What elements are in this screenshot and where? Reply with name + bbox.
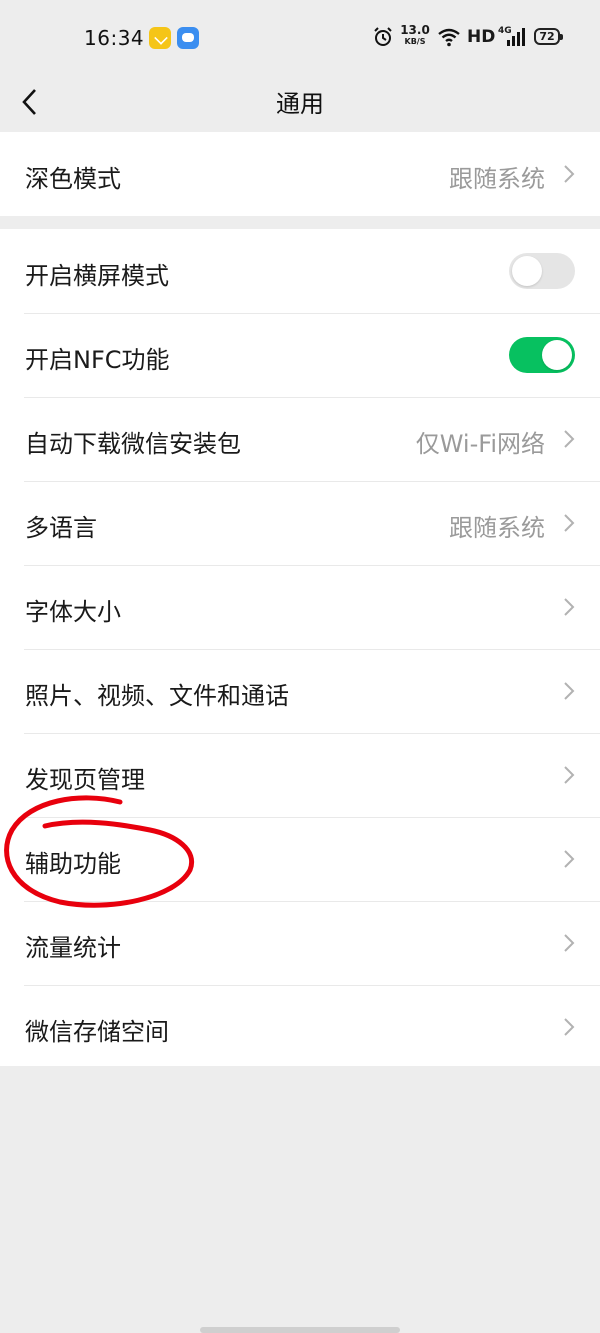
row-label: 辅助功能 [25, 850, 121, 878]
status-time: 16:34 [84, 26, 145, 50]
signal-icon [507, 28, 525, 46]
toggle-knob [512, 256, 542, 286]
settings-group-display: 深色模式 跟随系统 [0, 132, 600, 216]
message-notification-icon [177, 27, 199, 49]
settings-row-discover[interactable]: 发现页管理 [0, 733, 600, 817]
row-value: 仅Wi-Fi网络 [415, 430, 545, 458]
alarm-icon [374, 27, 392, 46]
row-label: 流量统计 [25, 934, 121, 962]
nfc-toggle[interactable] [509, 337, 575, 373]
chevron-right-icon [564, 514, 575, 532]
chevron-right-icon [564, 165, 575, 183]
row-label: 开启NFC功能 [25, 346, 170, 374]
row-label: 开启横屏模式 [25, 262, 169, 290]
nav-bar: 通用 [0, 76, 600, 132]
chevron-right-icon [564, 850, 575, 868]
chevron-right-icon [564, 934, 575, 952]
row-label: 发现页管理 [25, 766, 145, 794]
settings-row-landscape: 开启横屏模式 [0, 229, 600, 313]
row-label: 深色模式 [25, 165, 121, 193]
settings-row-dark-mode[interactable]: 深色模式 跟随系统 [0, 132, 600, 216]
settings-row-font-size[interactable]: 字体大小 [0, 565, 600, 649]
row-label: 多语言 [25, 514, 97, 542]
settings-row-accessibility[interactable]: 辅助功能 [0, 817, 600, 901]
settings-row-storage[interactable]: 微信存储空间 [0, 985, 600, 1069]
wifi-icon [438, 28, 460, 47]
row-label: 照片、视频、文件和通话 [25, 682, 289, 710]
settings-row-auto-download[interactable]: 自动下载微信安装包 仅Wi-Fi网络 [0, 397, 600, 481]
chevron-right-icon [564, 430, 575, 448]
battery-icon: 72 [534, 28, 563, 45]
settings-row-media[interactable]: 照片、视频、文件和通话 [0, 649, 600, 733]
chevron-right-icon [564, 598, 575, 616]
chevron-right-icon [564, 766, 575, 784]
settings-row-nfc: 开启NFC功能 [0, 313, 600, 397]
hd-label: HD [467, 27, 496, 47]
row-value: 跟随系统 [449, 165, 545, 193]
row-label: 字体大小 [25, 598, 121, 626]
page-title: 通用 [276, 90, 324, 118]
settings-row-language[interactable]: 多语言 跟随系统 [0, 481, 600, 565]
chevron-right-icon [564, 682, 575, 700]
chevron-right-icon [564, 1018, 575, 1036]
settings-row-data-usage[interactable]: 流量统计 [0, 901, 600, 985]
row-label: 微信存储空间 [25, 1018, 169, 1046]
home-indicator [200, 1327, 400, 1333]
landscape-toggle[interactable] [509, 253, 575, 289]
row-value: 跟随系统 [449, 514, 545, 542]
net-speed-unit: KB/S [404, 37, 426, 46]
row-label: 自动下载微信安装包 [25, 430, 241, 458]
status-bar: 16:34 13.0 KB/S HD 4G 72 [0, 0, 600, 76]
net-speed-value: 13.0 [400, 23, 430, 37]
toggle-knob [542, 340, 572, 370]
app-notification-icon [149, 27, 171, 49]
net-speed: 13.0 KB/S [400, 23, 430, 47]
settings-group-general: 开启横屏模式 开启NFC功能 自动下载微信安装包 仅Wi-Fi网络 多语言 跟随… [0, 229, 600, 1066]
